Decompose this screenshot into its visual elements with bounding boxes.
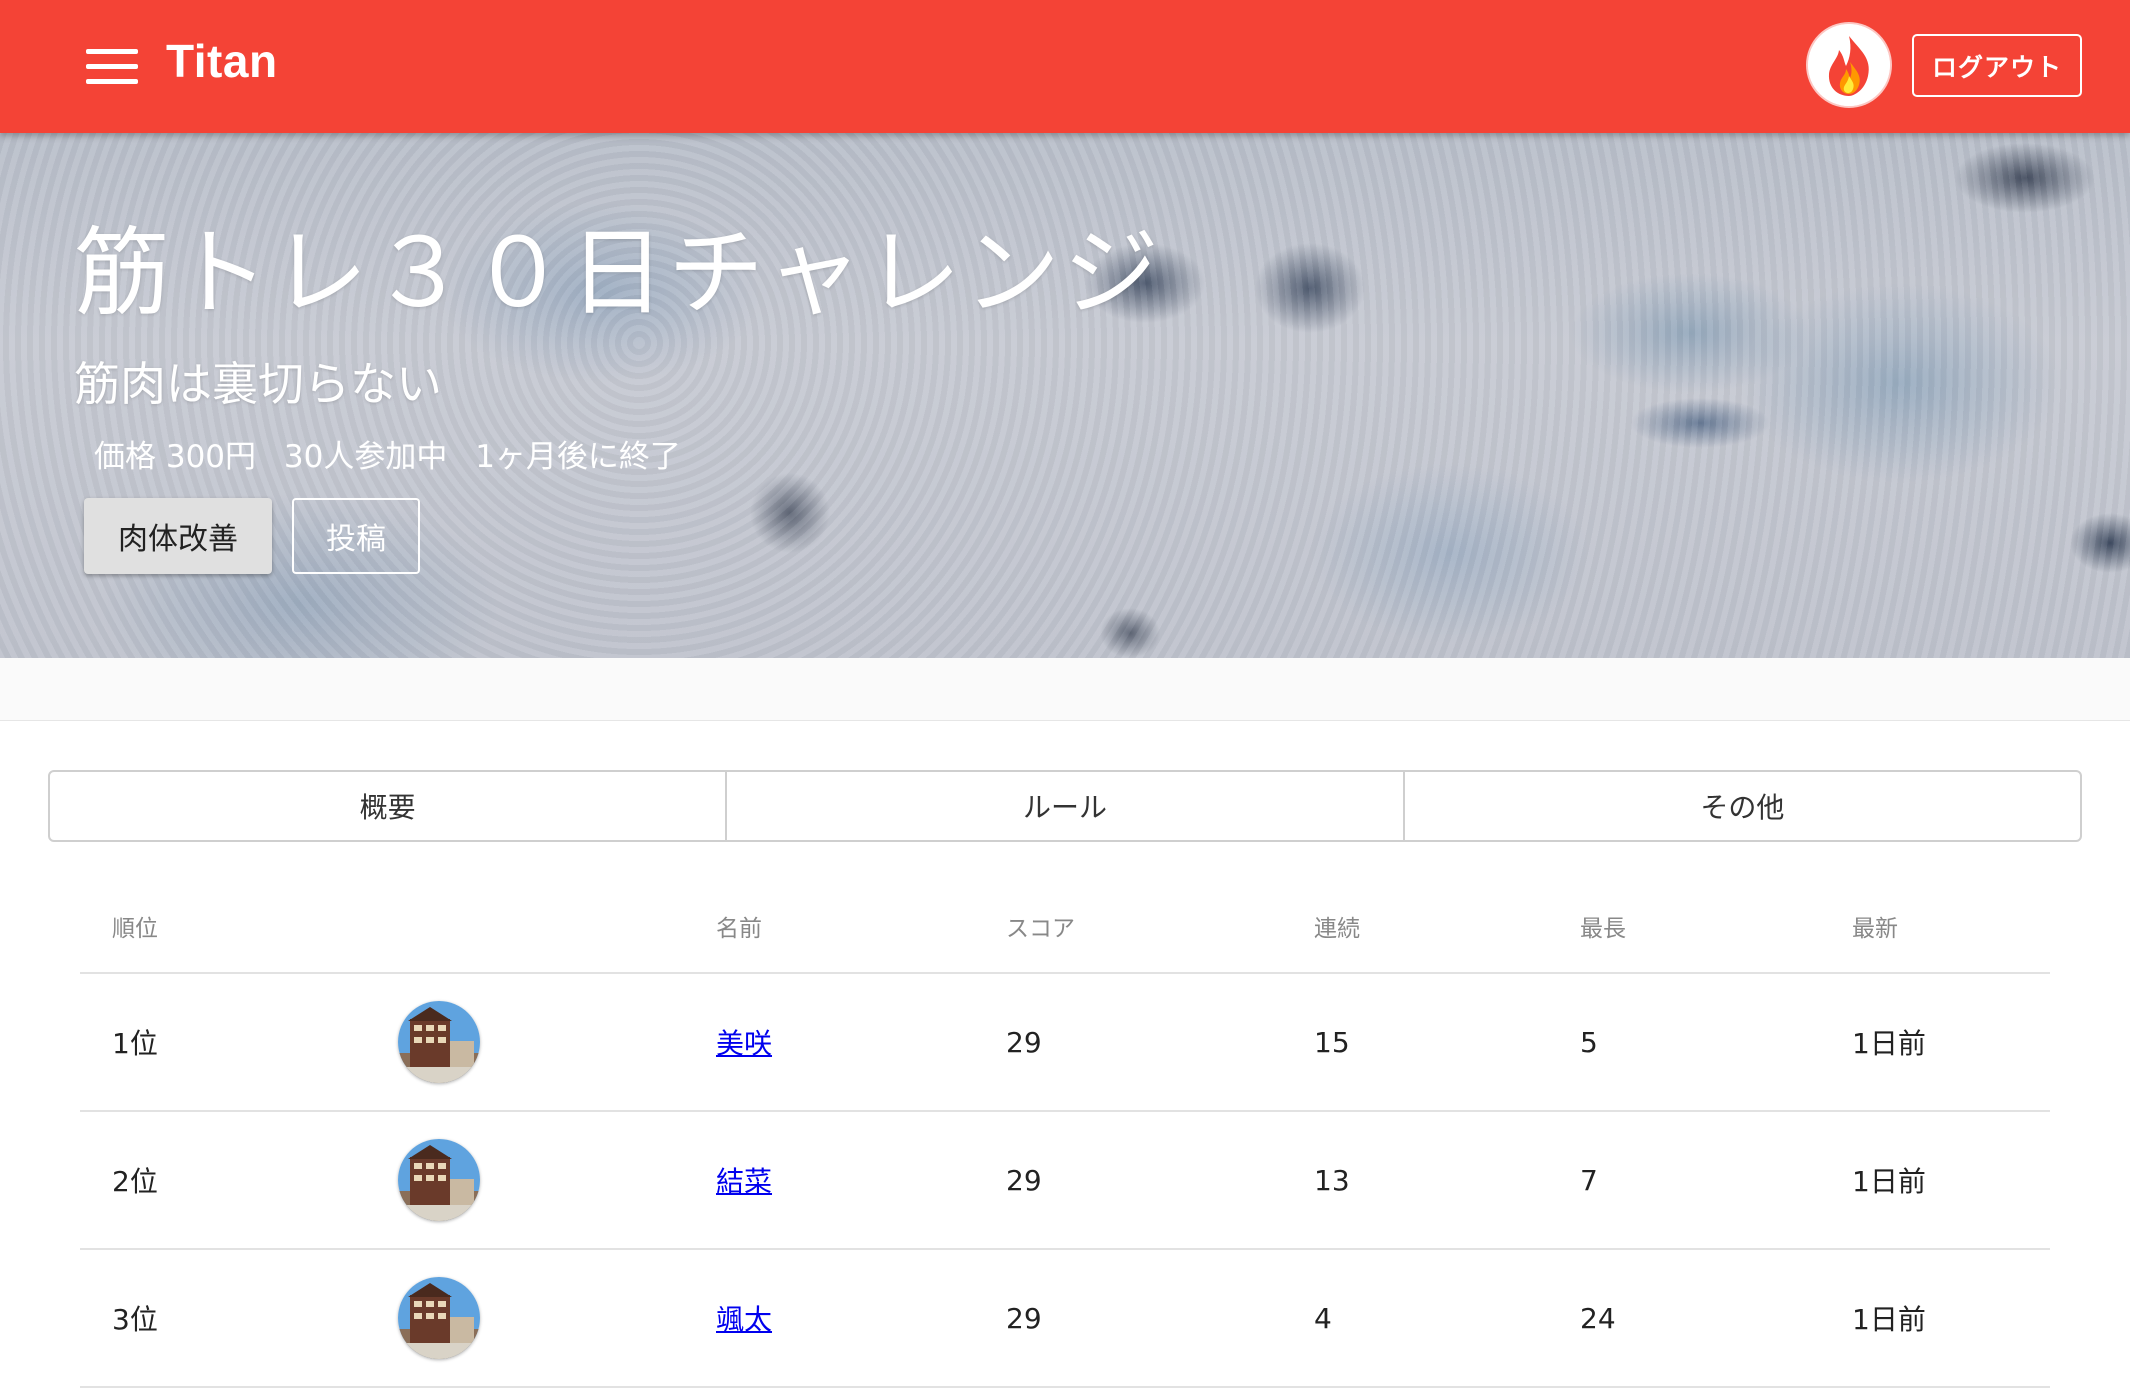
latest-cell: 1日前 xyxy=(1852,1303,1926,1336)
challenge-hero: 筋トレ３０日チャレンジ 筋肉は裏切らない 価格 300円 30人参加中 1ヶ月後… xyxy=(0,133,2130,658)
table-row: 2位 結菜 29 13 7 1日前 xyxy=(80,1112,2050,1250)
user-avatar-image[interactable] xyxy=(398,1001,480,1083)
rank-cell: 1位 xyxy=(112,1027,158,1060)
challenge-title: 筋トレ３０日チャレンジ xyxy=(74,217,1163,329)
score-cell: 29 xyxy=(1006,1301,1042,1335)
latest-cell: 1日前 xyxy=(1852,1027,1926,1060)
user-name-link[interactable]: 結菜 xyxy=(716,1160,772,1200)
rank-cell: 2位 xyxy=(112,1165,158,1198)
name-cell: 美咲 xyxy=(716,974,772,1110)
streak-cell: 15 xyxy=(1314,1025,1350,1059)
ranking-table: 順位 名前 スコア 連続 最長 最新 1位 美咲 29 15 5 1日前 2位 … xyxy=(80,880,2050,1388)
header-rank: 順位 xyxy=(112,916,158,942)
tab-other[interactable]: その他 xyxy=(1405,772,2080,840)
challenge-subtitle: 筋肉は裏切らない xyxy=(74,357,442,411)
header-streak: 連続 xyxy=(1314,916,1360,942)
score-cell: 29 xyxy=(1006,1025,1042,1059)
score-cell: 29 xyxy=(1006,1163,1042,1197)
streak-cell: 4 xyxy=(1314,1301,1332,1335)
avatar[interactable] xyxy=(398,974,480,1110)
category-button[interactable]: 肉体改善 xyxy=(84,498,272,574)
user-avatar-image[interactable] xyxy=(398,1277,480,1359)
post-button[interactable]: 投稿 xyxy=(292,498,420,574)
price-text: 価格 300円 xyxy=(94,439,257,475)
table-row: 3位 颯太 29 4 24 1日前 xyxy=(80,1250,2050,1388)
ends-text: 1ヶ月後に終了 xyxy=(475,439,681,475)
table-row: 1位 美咲 29 15 5 1日前 xyxy=(80,974,2050,1112)
name-cell: 結菜 xyxy=(716,1112,772,1248)
longest-cell: 7 xyxy=(1580,1163,1598,1197)
tab-rules[interactable]: ルール xyxy=(727,772,1405,840)
header-name: 名前 xyxy=(716,916,762,942)
hamburger-menu-icon[interactable] xyxy=(80,40,146,92)
table-header: 順位 名前 スコア 連続 最長 最新 xyxy=(80,880,2050,974)
user-name-link[interactable]: 颯太 xyxy=(716,1298,772,1338)
header-score: スコア xyxy=(1006,916,1075,942)
app-title[interactable]: Titan xyxy=(166,34,278,88)
longest-cell: 5 xyxy=(1580,1025,1598,1059)
app-bar: Titan ログアウト xyxy=(0,0,2130,133)
tab-overview[interactable]: 概要 xyxy=(50,772,728,840)
section-divider xyxy=(0,658,2130,720)
longest-cell: 24 xyxy=(1580,1301,1616,1335)
tab-bar: 概要 ルール その他 xyxy=(48,770,2082,842)
header-latest: 最新 xyxy=(1852,916,1898,942)
header-longest: 最長 xyxy=(1580,916,1626,942)
latest-cell: 1日前 xyxy=(1852,1165,1926,1198)
streak-cell: 13 xyxy=(1314,1163,1350,1197)
user-name-link[interactable]: 美咲 xyxy=(716,1022,772,1062)
name-cell: 颯太 xyxy=(716,1250,772,1386)
user-avatar-image[interactable] xyxy=(398,1139,480,1221)
rank-cell: 3位 xyxy=(112,1303,158,1336)
flame-icon[interactable] xyxy=(1808,24,1890,106)
avatar[interactable] xyxy=(398,1112,480,1248)
logout-button[interactable]: ログアウト xyxy=(1912,34,2082,97)
avatar[interactable] xyxy=(398,1250,480,1386)
participants-text: 30人参加中 xyxy=(283,439,448,475)
challenge-meta: 価格 300円 30人参加中 1ヶ月後に終了 xyxy=(94,431,699,476)
